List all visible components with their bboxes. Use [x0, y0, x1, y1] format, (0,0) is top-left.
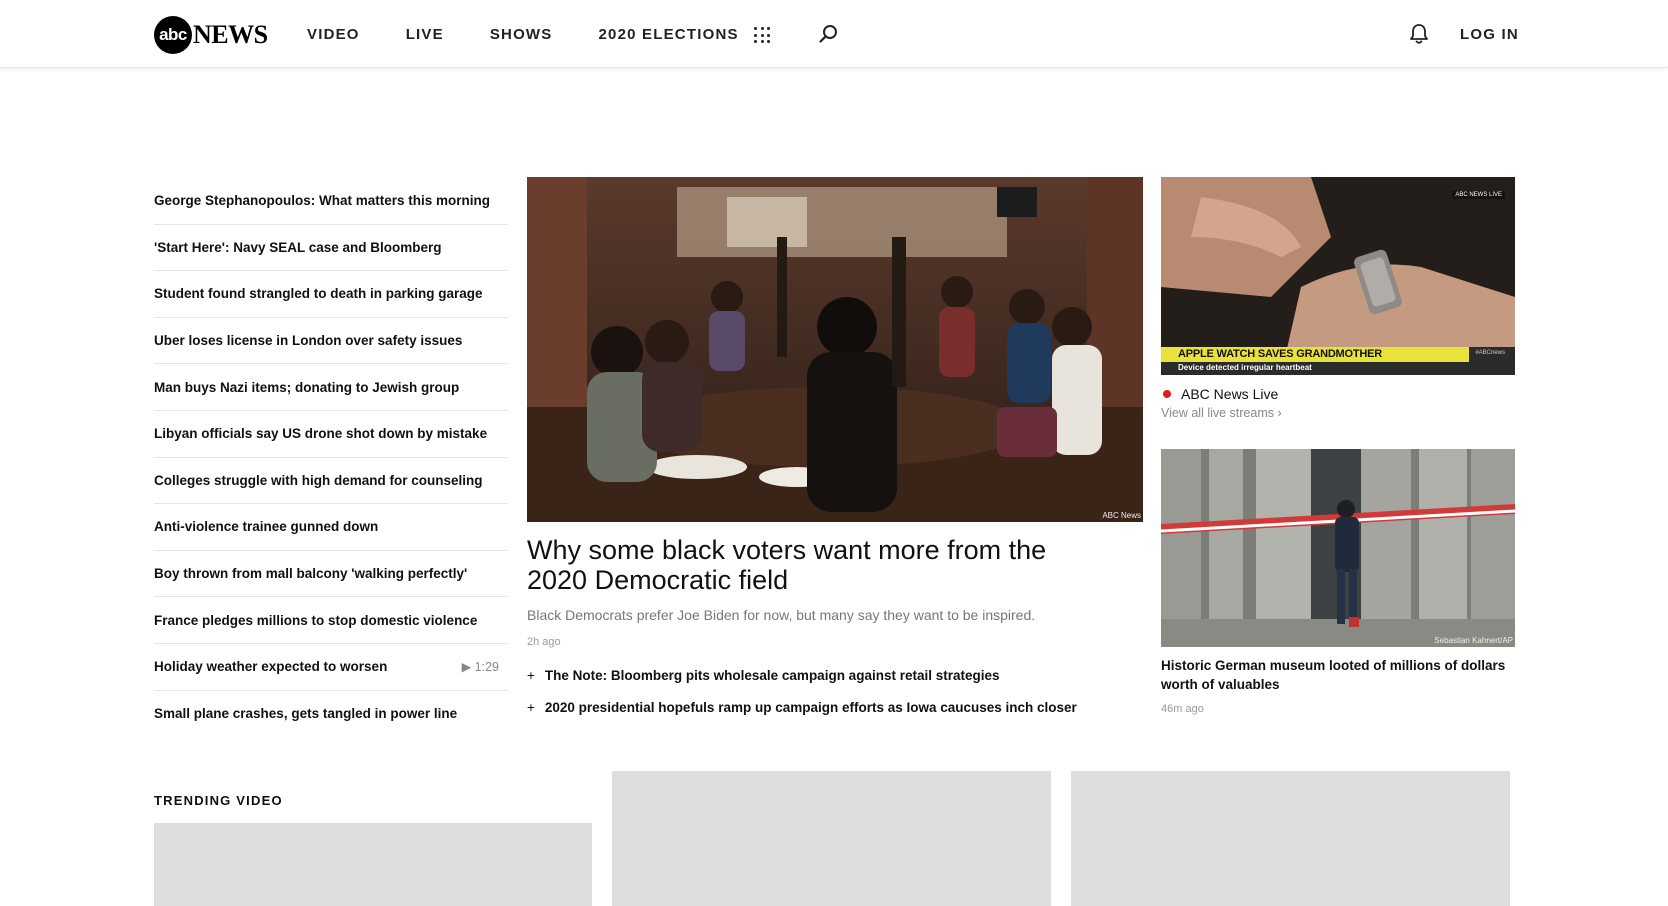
- site-header: abc NEWS VIDEO LIVE SHOWS 2020 ELECTIONS…: [0, 0, 1668, 68]
- nav-video[interactable]: VIDEO: [307, 26, 360, 43]
- nav-live[interactable]: LIVE: [406, 26, 444, 43]
- live-stream-title: ABC News Live: [1181, 386, 1279, 402]
- login-link[interactable]: LOG IN: [1460, 26, 1519, 43]
- lead-story-timestamp: 2h ago: [527, 636, 561, 648]
- live-network-bug: ABC NEWS LIVE: [1452, 191, 1505, 199]
- headline-item[interactable]: Holiday weather expected to worsen ▶ 1:29: [154, 644, 507, 691]
- museum-scene-illustration: [1161, 449, 1515, 647]
- headline-item[interactable]: Man buys Nazi items; donating to Jewish …: [154, 364, 507, 411]
- live-indicator-icon: [1163, 390, 1171, 398]
- side-story-image[interactable]: Sebastian Kahnert/AP: [1161, 449, 1515, 647]
- view-all-live-streams-link[interactable]: View all live streams ›: [1161, 406, 1282, 420]
- headline-item[interactable]: Student found strangled to death in park…: [154, 271, 507, 318]
- video-duration: ▶ 1:29: [461, 660, 499, 675]
- headline-title: Libyan officials say US drone shot down …: [154, 426, 488, 442]
- related-link-text: 2020 presidential hopefuls ramp up campa…: [544, 700, 1077, 715]
- live-stream-player[interactable]: ABC NEWS LIVE APPLE WATCH SAVES GRANDMOT…: [1161, 177, 1515, 375]
- headline-item[interactable]: George Stephanopoulos: What matters this…: [154, 178, 507, 225]
- apps-grid-icon[interactable]: [754, 27, 770, 43]
- headline-title: Colleges struggle with high demand for c…: [154, 472, 483, 488]
- side-story-title[interactable]: Historic German museum looted of million…: [1161, 656, 1506, 694]
- side-story-timestamp: 46m ago: [1161, 703, 1204, 715]
- lower-third-hashtag: #ABCnews: [1475, 350, 1505, 356]
- lower-third-headline: APPLE WATCH SAVES GRANDMOTHER: [1178, 348, 1383, 360]
- trending-video-heading: TRENDING VIDEO: [154, 793, 283, 808]
- headline-item[interactable]: Small plane crashes, gets tangled in pow…: [154, 691, 507, 738]
- headline-title: France pledges millions to stop domestic…: [154, 612, 478, 628]
- plus-icon: +: [527, 700, 535, 715]
- headline-title: Anti-violence trainee gunned down: [154, 519, 379, 535]
- lead-story-image[interactable]: ABC News: [527, 177, 1143, 522]
- headline-item[interactable]: 'Start Here': Navy SEAL case and Bloombe…: [154, 225, 507, 272]
- abc-news-logo[interactable]: abc NEWS: [154, 16, 268, 54]
- headline-title: George Stephanopoulos: What matters this…: [154, 193, 491, 209]
- headline-title: Boy thrown from mall balcony 'walking pe…: [154, 566, 468, 582]
- headline-title: Man buys Nazi items; donating to Jewish …: [154, 379, 460, 395]
- related-link-text: The Note: Bloomberg pits wholesale campa…: [544, 668, 1000, 683]
- image-credit: ABC News: [1102, 511, 1141, 520]
- headline-item[interactable]: Anti-violence trainee gunned down: [154, 504, 507, 551]
- headline-title: Student found strangled to death in park…: [154, 286, 483, 302]
- headline-item[interactable]: Uber loses license in London over safety…: [154, 318, 507, 365]
- trending-video-placeholder[interactable]: [154, 823, 592, 906]
- image-credit: Sebastian Kahnert/AP: [1434, 636, 1513, 645]
- live-video-frame-illustration: [1161, 177, 1515, 375]
- plus-icon: +: [527, 668, 535, 683]
- headline-item[interactable]: Libyan officials say US drone shot down …: [154, 411, 507, 458]
- headline-title: Uber loses license in London over safety…: [154, 333, 463, 349]
- abc-logo-badge: abc: [154, 16, 192, 54]
- news-lower-third: APPLE WATCH SAVES GRANDMOTHER Device det…: [1161, 347, 1515, 375]
- headline-item[interactable]: France pledges millions to stop domestic…: [154, 597, 507, 644]
- headline-item[interactable]: Colleges struggle with high demand for c…: [154, 458, 507, 505]
- bell-icon[interactable]: [1408, 23, 1430, 45]
- logo-wordmark: NEWS: [193, 20, 268, 49]
- headline-title: Holiday weather expected to worsen: [154, 659, 388, 675]
- live-stream-label[interactable]: ABC News Live: [1163, 386, 1278, 402]
- nav-shows[interactable]: SHOWS: [490, 26, 553, 43]
- related-link[interactable]: +2020 presidential hopefuls ramp up camp…: [527, 700, 1147, 715]
- lead-story-description: Black Democrats prefer Joe Biden for now…: [527, 607, 1036, 623]
- search-icon[interactable]: [819, 24, 839, 44]
- headline-list: George Stephanopoulos: What matters this…: [154, 178, 507, 737]
- restaurant-scene-illustration: [527, 177, 1143, 522]
- headline-item[interactable]: Boy thrown from mall balcony 'walking pe…: [154, 551, 507, 598]
- lower-third-subhead: Device detected irregular heartbeat: [1178, 363, 1312, 372]
- content-card-placeholder[interactable]: [1071, 771, 1510, 906]
- lead-story-title[interactable]: Why some black voters want more from the…: [527, 535, 1087, 595]
- headline-title: Small plane crashes, gets tangled in pow…: [154, 706, 458, 722]
- content-card-placeholder[interactable]: [612, 771, 1051, 906]
- nav-2020-elections[interactable]: 2020 ELECTIONS: [599, 26, 739, 43]
- headline-title: 'Start Here': Navy SEAL case and Bloombe…: [154, 239, 442, 255]
- main-nav: VIDEO LIVE SHOWS 2020 ELECTIONS: [307, 0, 785, 68]
- related-link[interactable]: + The Note: Bloomberg pits wholesale camp…: [527, 668, 1147, 683]
